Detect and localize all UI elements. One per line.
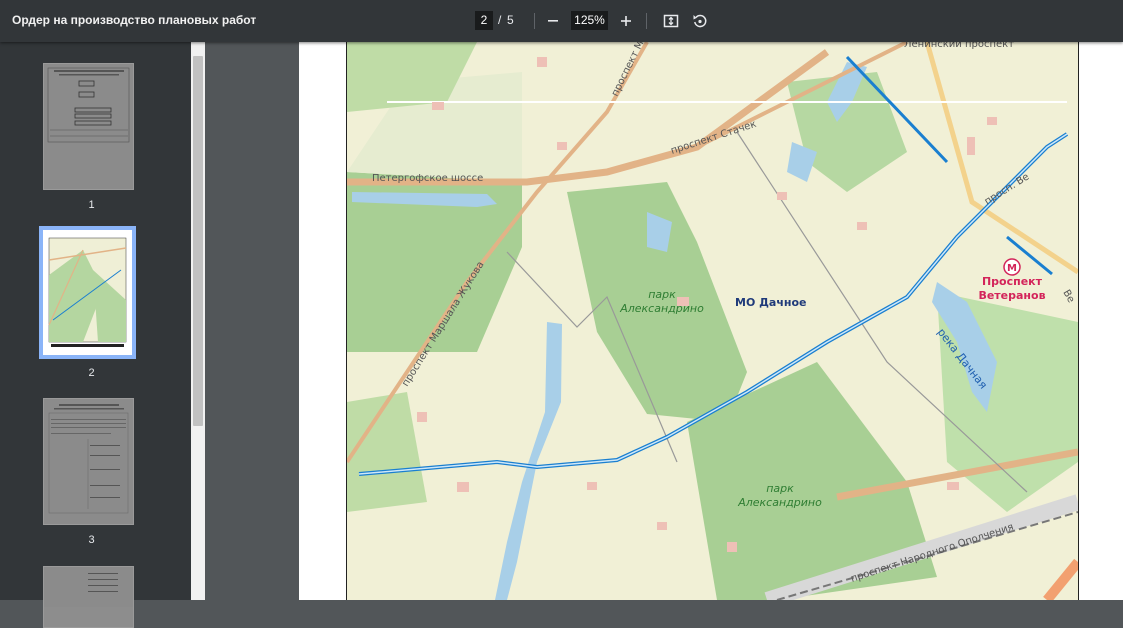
- park-label-line1: парк: [766, 482, 794, 495]
- park-label-line1: парк: [648, 288, 676, 301]
- metro-label-line2: Ветеранов: [978, 289, 1045, 302]
- document-title: Ордер на производство плановых работ: [12, 13, 257, 27]
- page-separator: /: [498, 13, 502, 27]
- page-4-preview: [44, 567, 133, 607]
- street-label-top-right: Ленинский проспект: [904, 42, 1014, 50]
- pdf-toolbar: Ордер на производство плановых работ 2 /…: [0, 0, 1123, 42]
- page-thumbnail-1[interactable]: [43, 63, 134, 190]
- rotate-button[interactable]: [687, 8, 713, 34]
- zoom-input[interactable]: 125%: [571, 11, 608, 30]
- page-thumbnail-2[interactable]: [39, 226, 136, 359]
- plus-icon: [621, 16, 631, 26]
- zoom-out-button[interactable]: [540, 8, 566, 34]
- park-label-line2: Александрино: [619, 302, 704, 315]
- fit-page-icon: [663, 14, 679, 28]
- thumbnail-sidebar: 1 2 3: [0, 42, 191, 628]
- thumbnail-label: 1: [88, 199, 95, 211]
- page-thumbnail-4[interactable]: [43, 566, 134, 628]
- fit-page-button[interactable]: [658, 8, 684, 34]
- page-number-input[interactable]: 2: [475, 11, 493, 30]
- page-1-preview: [44, 64, 133, 189]
- park-label-line2: Александрино: [737, 496, 822, 509]
- rotate-icon: [693, 14, 707, 28]
- thumbnail-label: 2: [88, 367, 95, 379]
- page-3-preview: [44, 399, 133, 524]
- district-label: МО Дачное: [735, 296, 807, 309]
- total-pages: 5: [507, 13, 514, 27]
- minus-icon: [548, 20, 558, 22]
- sidebar-scrollbar-thumb[interactable]: [193, 56, 203, 426]
- zoom-in-button[interactable]: [613, 8, 639, 34]
- street-label-peterhof: Петергофское шоссе: [372, 173, 483, 184]
- map-viewport: Петергофское шоссе проспект Стачек просп…: [346, 42, 1079, 600]
- district-map: Петергофское шоссе проспект Стачек просп…: [347, 42, 1078, 600]
- metro-symbol: М: [1007, 263, 1017, 274]
- toolbar-divider: [534, 13, 535, 29]
- page-thumbnail-3[interactable]: [43, 398, 134, 525]
- page-2-preview: [43, 230, 132, 355]
- metro-label-line1: Проспект: [982, 275, 1043, 288]
- thumbnail-label: 3: [88, 534, 95, 546]
- toolbar-divider: [646, 13, 647, 29]
